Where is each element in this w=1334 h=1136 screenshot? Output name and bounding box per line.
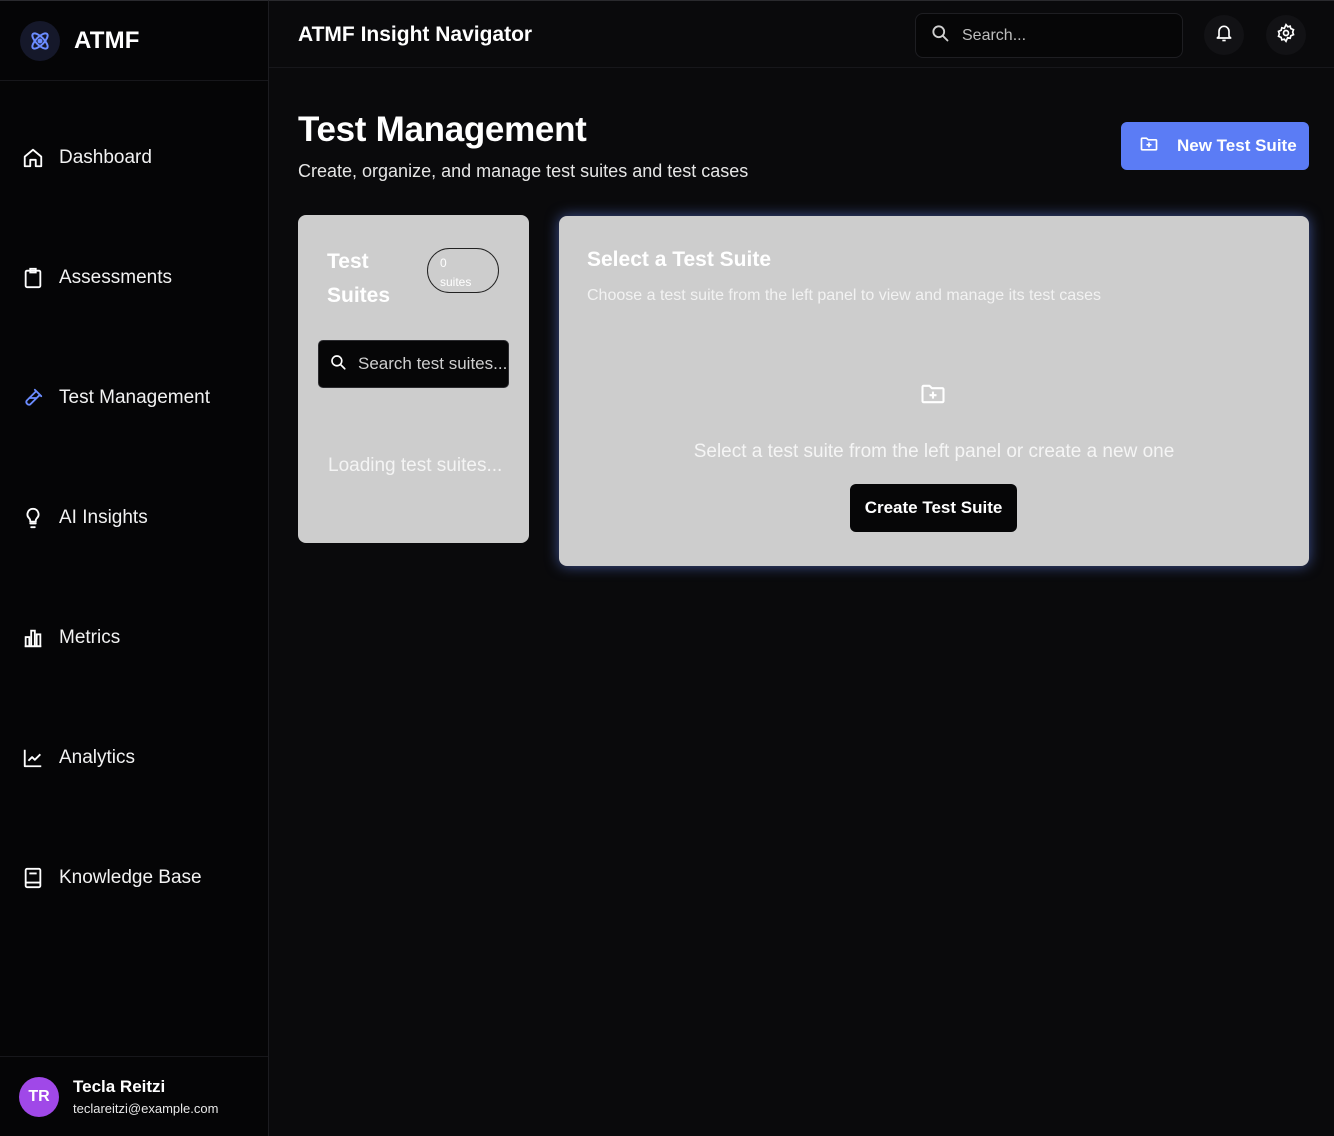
suite-search-input[interactable] — [358, 354, 508, 374]
app-title: ATMF Insight Navigator — [298, 23, 533, 46]
test-tube-icon — [22, 387, 44, 409]
user-email: teclareitzi@example.com — [73, 1101, 219, 1116]
brand-name: ATMF — [74, 26, 140, 54]
sidebar-item-label: Test Management — [59, 387, 211, 408]
sidebar-item-assessments[interactable]: Assessments — [0, 258, 268, 298]
test-suites-panel: Test Suites 0 suites Loading test suites… — [298, 215, 529, 543]
test-suites-title: Test Suites — [327, 250, 391, 307]
page-subtitle: Create, organize, and manage test suites… — [298, 161, 749, 181]
sidebar-item-label: AI Insights — [59, 507, 148, 528]
sidebar-item-ai-insights[interactable]: AI Insights — [0, 498, 268, 538]
suite-search[interactable] — [318, 340, 509, 388]
sidebar-item-label: Assessments — [59, 267, 172, 288]
sidebar-item-label: Metrics — [59, 627, 121, 648]
sidebar-item-label: Analytics — [59, 747, 136, 768]
notifications-button[interactable] — [1204, 15, 1244, 55]
new-test-suite-button[interactable]: New Test Suite — [1121, 122, 1309, 170]
empty-state-text: Select a test suite from the left panel … — [693, 441, 1175, 462]
bar-chart-icon — [22, 627, 44, 649]
sidebar: ATMF Dashboard Assessments Test Manageme… — [0, 0, 269, 1136]
sidebar-item-label: Dashboard — [59, 147, 152, 168]
atom-icon — [20, 20, 60, 61]
suite-count-badge: 0 suites — [427, 248, 499, 293]
loading-text: Loading test suites... — [328, 455, 503, 476]
detail-title: Select a Test Suite — [587, 248, 772, 271]
sidebar-item-analytics[interactable]: Analytics — [0, 738, 268, 778]
user-name: Tecla Reitzi — [73, 1077, 166, 1096]
global-search[interactable] — [915, 13, 1183, 58]
search-icon — [329, 353, 347, 376]
brand[interactable]: ATMF — [0, 1, 268, 81]
book-icon — [22, 867, 44, 889]
folder-plus-icon — [1139, 134, 1159, 159]
sidebar-item-metrics[interactable]: Metrics — [0, 618, 268, 658]
new-test-suite-label: New Test Suite — [1177, 136, 1297, 155]
suite-count-unit: suites — [440, 275, 472, 289]
top-bar: ATMF Insight Navigator — [269, 0, 1334, 68]
page-title: Test Management — [298, 110, 587, 149]
detail-subtitle: Choose a test suite from the left panel … — [587, 287, 1102, 304]
sidebar-item-label: Knowledge Base — [59, 867, 202, 888]
create-test-suite-button[interactable]: Create Test Suite — [850, 484, 1017, 532]
bell-icon — [1214, 23, 1234, 48]
gear-icon — [1276, 22, 1296, 48]
lightbulb-icon — [22, 507, 44, 529]
sidebar-item-dashboard[interactable]: Dashboard — [0, 138, 268, 178]
settings-button[interactable] — [1266, 15, 1306, 55]
test-suite-detail-panel: Select a Test Suite Choose a test suite … — [559, 216, 1309, 566]
folder-plus-icon — [919, 380, 947, 413]
home-icon — [22, 147, 44, 169]
user-profile[interactable]: TR Tecla Reitzi teclareitzi@example.com — [0, 1056, 268, 1136]
avatar: TR — [19, 1076, 59, 1117]
sidebar-item-knowledge-base[interactable]: Knowledge Base — [0, 858, 268, 898]
sidebar-item-test-management[interactable]: Test Management — [0, 378, 268, 418]
search-icon — [930, 23, 950, 48]
search-input[interactable] — [962, 26, 1162, 45]
line-chart-icon — [22, 747, 44, 769]
clipboard-icon — [22, 267, 44, 289]
suite-count: 0 — [440, 256, 447, 270]
